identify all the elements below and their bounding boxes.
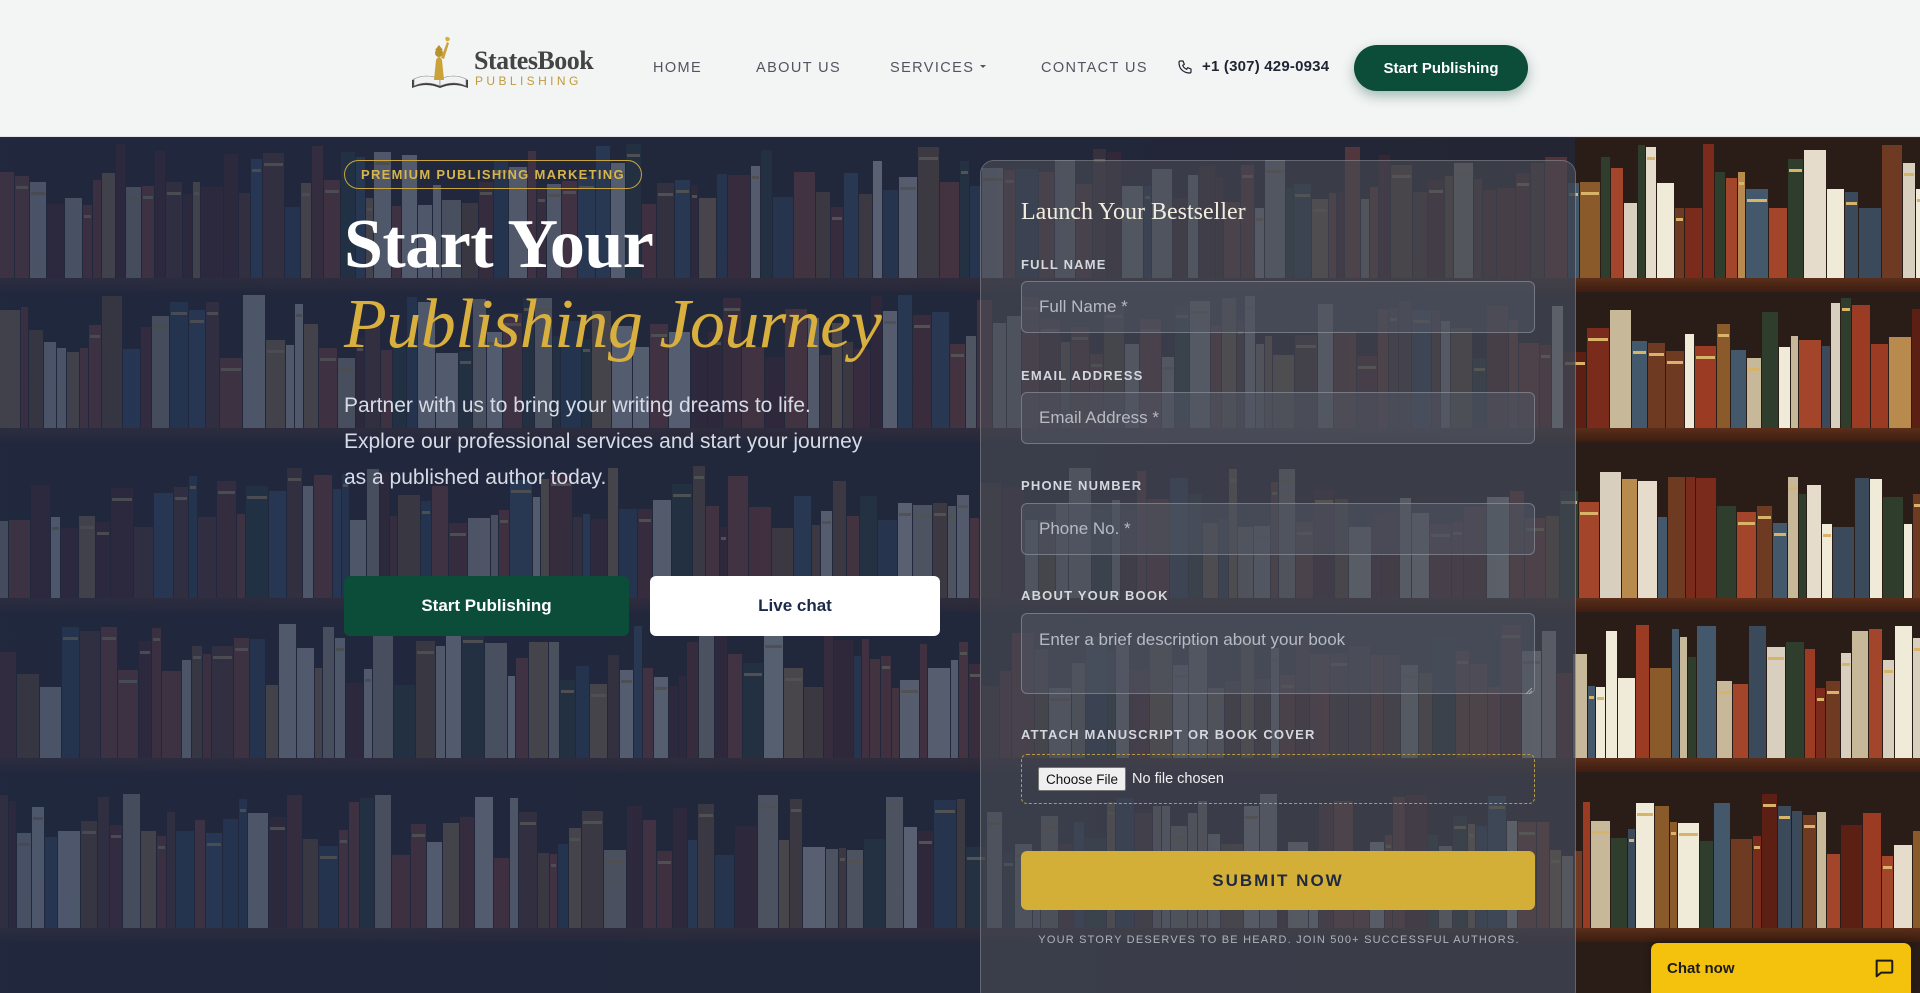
file-status: No file chosen	[1132, 771, 1224, 787]
resize-handle-icon[interactable]	[1525, 687, 1533, 695]
site-header: StatesBook PUBLISHING HOME ABOUT US SERV…	[0, 0, 1920, 137]
form-footnote: YOUR STORY DESERVES TO BE HEARD. JOIN 50…	[1038, 934, 1520, 946]
nav-home[interactable]: HOME	[653, 60, 702, 76]
email-label: EMAIL ADDRESS	[1021, 368, 1144, 383]
full-name-input[interactable]	[1021, 281, 1535, 333]
lead-form-card: Launch Your Bestseller FULL NAME EMAIL A…	[980, 160, 1576, 993]
chat-label: Chat now	[1667, 959, 1735, 977]
email-input[interactable]	[1021, 392, 1535, 444]
form-title: Launch Your Bestseller	[1021, 199, 1246, 225]
phone-input[interactable]	[1021, 503, 1535, 555]
choose-file-button[interactable]: Choose File	[1038, 767, 1127, 791]
about-book-label: ABOUT YOUR BOOK	[1021, 588, 1169, 603]
hero-badge: PREMIUM PUBLISHING MARKETING	[344, 160, 642, 189]
header-start-publishing-button[interactable]: Start Publishing	[1354, 45, 1528, 91]
hero-section	[0, 138, 1920, 993]
chat-bubble-icon	[1875, 959, 1894, 978]
live-chat-button[interactable]: Live chat	[650, 576, 940, 636]
chat-widget[interactable]: Chat now	[1651, 943, 1911, 993]
submit-button[interactable]: SUBMIT NOW	[1021, 851, 1535, 910]
start-publishing-button[interactable]: Start Publishing	[344, 576, 629, 636]
chevron-down-icon[interactable]	[980, 65, 986, 68]
about-book-textarea[interactable]	[1021, 613, 1535, 694]
statue-book-logo-icon	[412, 36, 468, 88]
hero-description: Partner with us to bring your writing dr…	[344, 394, 863, 489]
phone-icon	[1178, 59, 1192, 74]
logo-name: StatesBook	[474, 46, 594, 75]
phone-label: PHONE NUMBER	[1021, 478, 1143, 493]
nav-contact-us[interactable]: CONTACT US	[1041, 60, 1148, 76]
nav-services[interactable]: SERVICES	[890, 60, 974, 76]
phone-link[interactable]: +1 (307) 429-0934	[1177, 58, 1329, 75]
hero-title-line2: Publishing Journey	[344, 286, 882, 363]
nav-about-us[interactable]: ABOUT US	[756, 60, 841, 76]
file-upload-zone[interactable]: Choose File No file chosen	[1021, 754, 1535, 804]
phone-number: +1 (307) 429-0934	[1202, 58, 1330, 75]
attach-label: ATTACH MANUSCRIPT OR BOOK COVER	[1021, 727, 1316, 742]
hero-title-line1: Start Your	[344, 206, 654, 283]
full-name-label: FULL NAME	[1021, 257, 1107, 272]
logo[interactable]: StatesBook PUBLISHING	[408, 36, 594, 94]
logo-subtitle: PUBLISHING	[475, 74, 582, 88]
